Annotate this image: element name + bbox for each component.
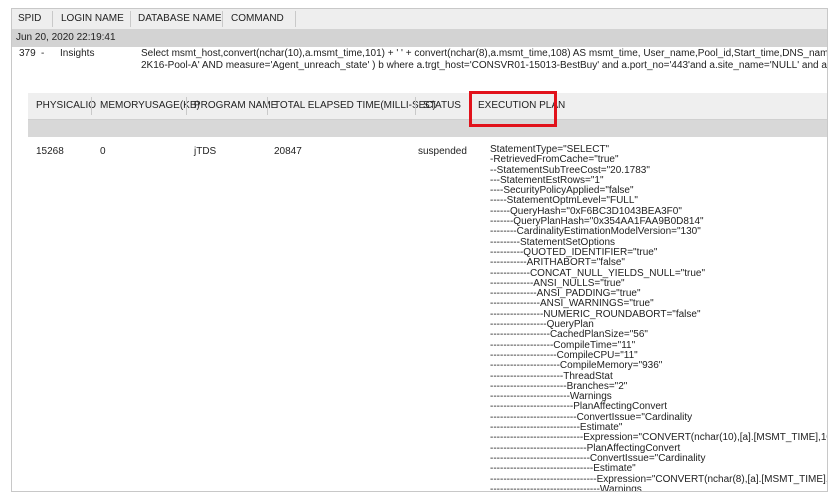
login-name-cell: Insights <box>60 48 95 59</box>
column-divider[interactable] <box>267 97 268 115</box>
column-header-memory-usage[interactable]: MEMORYUSAGE(KB) <box>100 93 200 119</box>
status-cell: suspended <box>418 146 467 157</box>
physicalio-cell: 15268 <box>36 146 64 157</box>
execution-plan-line: -------------------------------Estimate" <box>490 463 636 475</box>
column-header-program-name[interactable]: PROGRAM NAME <box>194 93 277 119</box>
execution-plan-line: ---------------------------------Warning… <box>490 483 642 492</box>
execution-plan-cell: StatementType="SELECT" -RetrievedFromCach… <box>490 144 827 492</box>
column-header-total-elapsed-time[interactable]: TOTAL ELAPSED TIME(MILLI-SEC) <box>274 93 436 119</box>
program-name-cell: jTDS <box>194 146 217 157</box>
command-cell-line-1: Select msmt_host,convert(nchar(10),a.msm… <box>141 48 828 59</box>
detail-grid: PHYSICALIO MEMORYUSAGE(KB) PROGRAM NAME … <box>28 93 827 492</box>
column-header-command[interactable]: COMMAND <box>231 9 284 29</box>
detail-grid-header: PHYSICALIO MEMORYUSAGE(KB) PROGRAM NAME … <box>28 93 827 120</box>
detail-group-row <box>28 120 827 137</box>
date-group-row[interactable]: Jun 20, 2020 22:19:41 <box>12 29 827 47</box>
column-header-physicalio[interactable]: PHYSICALIO <box>36 93 96 119</box>
column-divider[interactable] <box>91 97 92 115</box>
spid-cell: 379 <box>19 48 36 59</box>
column-divider[interactable] <box>52 11 53 27</box>
column-divider[interactable] <box>295 11 296 27</box>
column-header-status[interactable]: STATUS <box>423 93 461 119</box>
expand-toggle[interactable]: - <box>41 48 44 59</box>
column-divider[interactable] <box>222 11 223 27</box>
column-header-login-name[interactable]: LOGIN NAME <box>61 9 124 29</box>
grid-header: SPID LOGIN NAME DATABASE NAME COMMAND <box>12 9 827 30</box>
memory-usage-cell: 0 <box>100 146 106 157</box>
column-header-spid[interactable]: SPID <box>18 9 41 29</box>
elapsed-time-cell: 20847 <box>274 146 302 157</box>
execution-plan-line: ---------------------CompileMemory="936" <box>490 360 663 372</box>
execution-plan-highlight-box <box>469 91 557 127</box>
session-grid: SPID LOGIN NAME DATABASE NAME COMMAND Ju… <box>11 8 828 492</box>
column-divider[interactable] <box>130 11 131 27</box>
date-group-label: Jun 20, 2020 22:19:41 <box>16 32 116 43</box>
column-divider[interactable] <box>186 97 187 115</box>
command-cell-line-2: 2K16-Pool-A' AND measure='Agent_unreach_… <box>141 60 827 71</box>
column-header-database-name[interactable]: DATABASE NAME <box>138 9 222 29</box>
column-divider[interactable] <box>415 97 416 115</box>
